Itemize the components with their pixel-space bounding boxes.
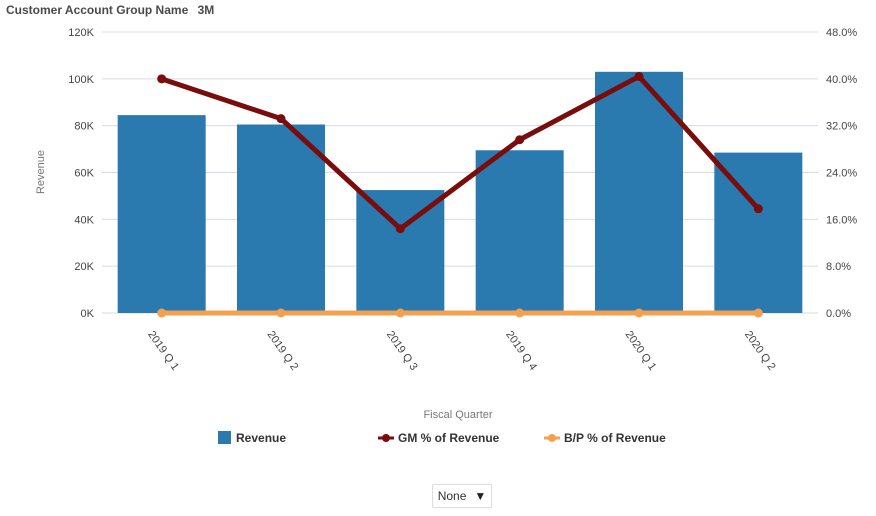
legend-label-gm: GM % of Revenue (398, 431, 500, 445)
dropdown-caret-icon: ▼ (474, 489, 487, 503)
gm-pct-point (753, 204, 763, 214)
y-tick-label: 80K (74, 121, 94, 133)
x-axis-title: Fiscal Quarter (423, 409, 492, 421)
bp-pct-point (157, 308, 167, 318)
bar-series (117, 71, 803, 313)
x-tick-label: 2020 Q 2 (742, 329, 778, 373)
x-tick-label: 2019 Q 4 (503, 329, 539, 373)
gm-pct-point (276, 114, 286, 124)
legend-swatch-revenue (218, 431, 231, 444)
y-tick-label: 100K (68, 74, 94, 86)
combo-chart: 0K 20K 40K 60K 80K 100K 120K 0.0% 8.0% 16.0% 24.0… (35, 27, 857, 445)
gm-pct-point (515, 135, 525, 145)
y2-tick-label: 32.0% (826, 121, 857, 133)
y-tick-label: 20K (74, 261, 94, 273)
series-select[interactable]: None ▼ (432, 484, 492, 508)
x-axis-ticks: 2019 Q 1 2019 Q 2 2019 Q 3 2019 Q 4 2020 Q 1… (145, 329, 777, 373)
x-tick-label: 2019 Q 1 (145, 329, 181, 373)
legend-marker-gm (382, 434, 390, 442)
y2-tick-label: 40.0% (826, 74, 857, 86)
bp-pct-point (515, 308, 525, 318)
bar (475, 150, 564, 313)
y-axis-title: Revenue (35, 150, 47, 194)
y2-tick-label: 8.0% (826, 261, 851, 273)
y-tick-label: 60K (74, 168, 94, 180)
gm-pct-point (157, 74, 167, 84)
y-tick-label: 40K (74, 214, 94, 226)
y-tick-label: 0K (81, 308, 95, 320)
y2-tick-label: 24.0% (826, 168, 857, 180)
bar (237, 124, 325, 313)
bp-pct-point (276, 308, 286, 318)
y2-tick-label: 16.0% (826, 214, 857, 226)
series-select-value: None (437, 489, 467, 503)
bp-pct-point (634, 308, 644, 318)
y-axis-ticks: 0K 20K 40K 60K 80K 100K 120K (68, 27, 94, 320)
grid-lines (102, 31, 818, 314)
y2-tick-label: 48.0% (826, 27, 857, 39)
bp-pct-point (753, 308, 763, 318)
gm-pct-point (634, 71, 644, 81)
legend-label-bp: B/P % of Revenue (564, 431, 666, 445)
y2-axis-ticks: 0.0% 8.0% 16.0% 24.0% 32.0% 40.0% 48.0% (826, 27, 857, 320)
bar (117, 115, 206, 313)
legend-marker-bp (548, 434, 556, 442)
bp-pct-point (395, 308, 405, 318)
y-tick-label: 120K (68, 27, 94, 39)
x-tick-label: 2020 Q 1 (623, 329, 659, 373)
y2-tick-label: 0.0% (826, 308, 851, 320)
legend: Revenue GM % of Revenue B/P % of Revenue (218, 431, 666, 445)
gm-pct-point (395, 224, 405, 234)
legend-label-revenue: Revenue (236, 431, 286, 445)
x-tick-label: 2019 Q 2 (265, 329, 301, 373)
x-tick-label: 2019 Q 3 (384, 329, 420, 373)
